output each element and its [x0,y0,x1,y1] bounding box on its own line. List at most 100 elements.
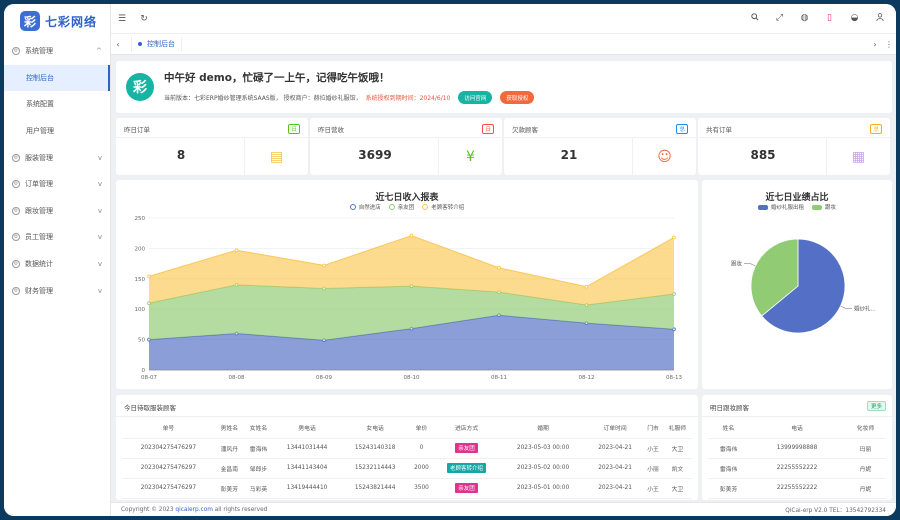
refresh-icon[interactable]: ↻ [133,14,155,24]
greeting: 中午好 demo，忙碌了一上午，记得吃午饭哦！ [164,72,390,84]
table-cell: 小王 [643,438,663,459]
get-auth-button[interactable]: 获取授权 [500,91,535,104]
fullscreen-icon[interactable]: ⤢ [767,13,792,24]
sidebar-group[interactable]: ⚙ 服装管理 v [4,144,110,171]
column-header[interactable]: 礼服师 [662,418,692,439]
sidebar-group-label: 服装管理 [25,153,53,162]
table-cell: 马彩英 [243,478,274,499]
data-point [322,263,326,268]
stat-value: 885 [750,148,776,162]
copyright-link[interactable]: qicaierp.com [175,507,213,513]
menu-group-icon: ⚙ [12,206,20,215]
sidebar-item[interactable]: 用户管理 [4,118,110,145]
column-header[interactable]: 女电话 [341,418,410,439]
copyright-pre: Copyright © 2023 [121,506,174,513]
data-point [672,235,676,240]
column-header[interactable]: 女姓名 [243,418,274,439]
sidebar-group-label: 系统管理 [25,47,53,56]
table-row[interactable]: 202304275476297 彭美芳 马彩英 13419444410 15243821… [122,478,692,499]
table-row[interactable]: 202304275476297 金昌南 邹郎步 13441143404 15232114… [122,458,692,479]
sidebar-group-label: 数据统计 [25,260,53,269]
sidebar-item[interactable]: 系统配置 [4,91,110,118]
table-cell: 2023-05-01 00:00 [499,478,587,499]
table-cell: 202304275476297 [122,458,215,479]
column-header[interactable]: 单号 [122,418,215,439]
x-tick-label: 08-11 [491,375,507,381]
table-row[interactable]: 雷海伟 22255552222 丹妮 [708,458,886,479]
table-cell: 13441031444 [273,438,342,459]
table-row[interactable]: 202304275476297 潘风丹 雷海伟 13441031444 15243140… [122,438,692,459]
performance-pie-card: 近七日业绩占比 婚纱礼服出租 跟妆 婚纱礼... 跟妆 [702,180,892,389]
pie-label: 婚纱礼... [854,305,876,313]
chevron-up-icon: ^ [96,47,102,56]
column-header[interactable]: 姓名 [708,418,750,439]
stat-value: 8 [176,148,186,162]
table-cell: 小王 [643,478,663,499]
stat-card: 昨日营收 日 3699 ¥ [310,118,502,175]
sidebar-group[interactable]: ⚙ 订单管理 v [4,171,110,198]
tab-more-icon[interactable]: ⋮ [882,40,896,49]
column-header[interactable]: 男姓名 [214,418,244,439]
pickup-table-title: 今日待取服装顾客 [124,404,176,412]
logo[interactable]: 彩 七彩网络 [4,4,110,38]
stat-icon: ☺ [632,138,696,175]
table-cell: 13999998888 [749,438,845,459]
globe-icon[interactable]: ◍ [792,13,817,24]
data-point [147,274,151,279]
table-cell: 小丽 [643,458,663,479]
column-header[interactable]: 化妆师 [844,418,886,439]
stat-title: 昨日营收 [318,126,344,134]
tab-bar: ‹ 控制后台 › ⋮ [111,34,896,55]
skin-icon[interactable]: ◒ [842,13,867,24]
chevron-down-icon: v [97,286,102,295]
tab-prev-icon[interactable]: ‹ [111,40,125,49]
chevron-down-icon: v [97,260,102,269]
user-icon[interactable] [867,13,892,24]
menu-group-icon: ⚙ [12,153,20,162]
menu-group-icon: ⚙ [12,286,20,295]
column-header[interactable]: 婚期 [499,418,587,439]
table-cell: 潘风丹 [214,438,244,459]
visit-site-button[interactable]: 访问官网 [458,91,493,104]
pickup-table-card: 今日待取服装顾客 单号 男姓名 女姓名 男电话 女电话 单价 进店方式 婚期 订单时间 门市 礼服师… [116,395,698,500]
table-cell: 玛丽 [844,438,886,459]
tab-next-icon[interactable]: › [868,40,882,49]
app-window: 彩 七彩网络 ⚙ 系统管理 ^ 控制后台 系统配置 用户管理 ⚙ 服装管理 v ⚙ 订单管理 v ⚙ 跟妆… [4,4,896,516]
sidebar-group[interactable]: ⚙ 财务管理 v [4,277,110,304]
table-cell: 2023-04-21 [586,438,644,459]
table-row[interactable]: 雷海伟 13999998888 玛丽 [708,438,886,459]
tab-dashboard[interactable]: 控制后台 [131,36,182,52]
sidebar-group[interactable]: ⚙ 系统管理 ^ [4,38,110,65]
stat-card: 昨日订单 日 8 ▤ [116,118,308,175]
column-header[interactable]: 订单时间 [586,418,644,439]
menu-icon[interactable]: ☰ [111,14,133,24]
column-header[interactable]: 电话 [749,418,845,439]
tab-label: 控制后台 [147,40,175,48]
column-header[interactable]: 单价 [409,418,434,439]
data-point [409,233,414,238]
phone-icon[interactable]: ▯ [817,13,842,24]
pie-chart: 婚纱礼... 跟妆 [731,238,876,334]
search-icon[interactable] [742,13,767,24]
table-row[interactable]: 彭美芳 22255552222 丹妮 [708,478,886,499]
y-tick-label: 200 [135,246,146,252]
pie-label: 跟妆 [731,259,743,267]
sidebar-nav: ⚙ 系统管理 ^ 控制后台 系统配置 用户管理 ⚙ 服装管理 v ⚙ 订单管理 v ⚙ 跟妆管理 v ⚙ 员工管… [4,38,110,304]
table-cell: 大卫 [662,438,692,459]
table-cell: 3500 [409,478,434,499]
table-cell: 15243821444 [341,478,410,499]
column-header[interactable]: 男电话 [273,418,342,439]
column-header[interactable]: 进店方式 [433,418,500,439]
y-tick-label: 250 [135,216,146,222]
column-header[interactable]: 门市 [643,418,663,439]
table-cell: 雷海伟 [243,438,274,459]
sidebar-group[interactable]: ⚙ 跟妆管理 v [4,198,110,225]
pie-label-line [744,263,756,267]
sidebar-group[interactable]: ⚙ 数据统计 v [4,251,110,278]
more-button[interactable]: 更多 [866,401,886,411]
sidebar-item[interactable]: 控制后台 [4,64,110,92]
sidebar-group[interactable]: ⚙ 员工管理 v [4,224,110,251]
data-point [234,248,239,253]
table-cell: 2023-05-03 00:00 [499,438,587,459]
y-tick-label: 150 [135,277,146,283]
